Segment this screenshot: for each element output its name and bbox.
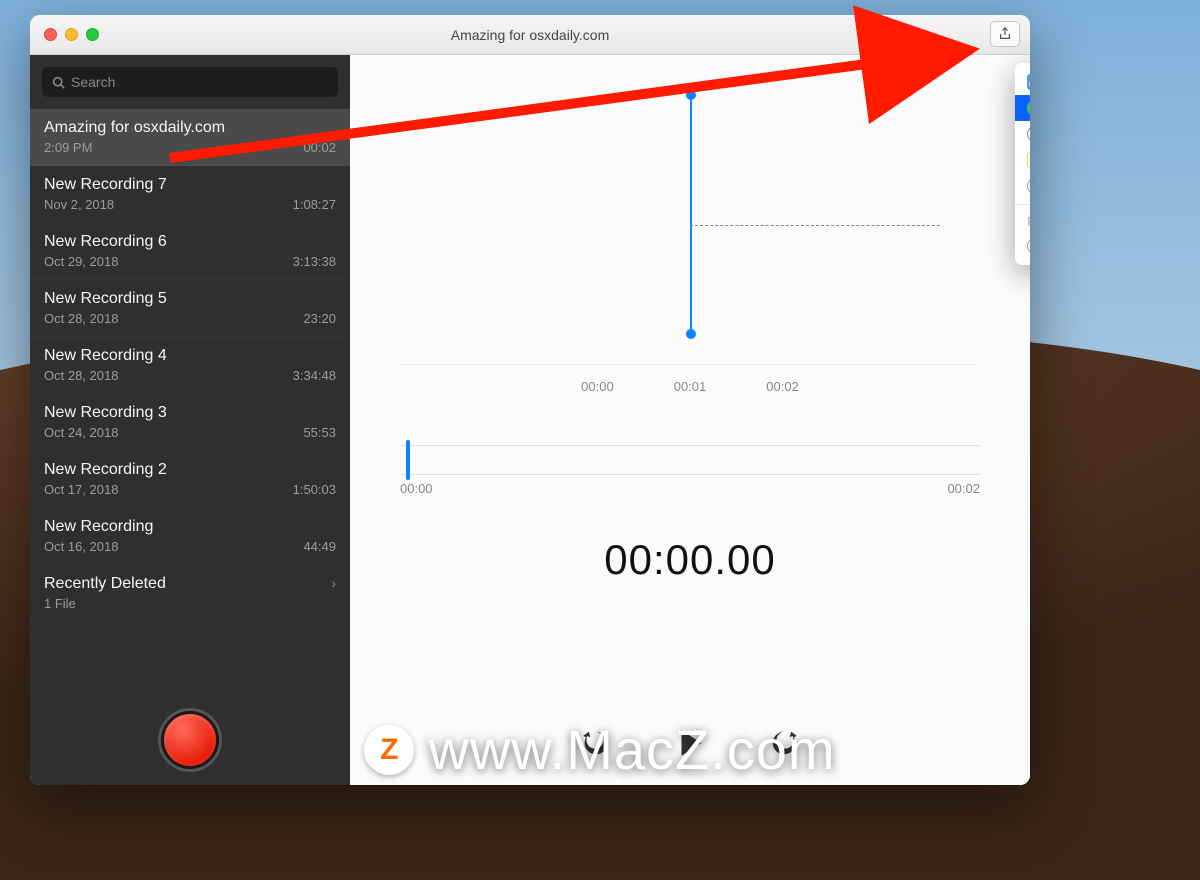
recording-name: New Recording 6: [44, 233, 167, 251]
msg-icon: [1027, 100, 1030, 116]
playback-controls: [400, 726, 980, 760]
time-axis-bottom: 00:00 00:02: [400, 481, 980, 496]
recording-duration: 3:13:38: [293, 254, 336, 269]
list-item[interactable]: New Recording 3 Oct 24, 2018 55:53: [30, 394, 350, 451]
more-icon: ···: [1027, 178, 1030, 194]
list-item[interactable]: Amazing for osxdaily.com 2:09 PM 00:02: [30, 109, 350, 166]
time-axis-top: 00:00 00:01 00:02: [400, 379, 980, 394]
waveform-ticks: [690, 225, 940, 227]
axis-tick: 00:00: [581, 379, 614, 394]
recording-name: New Recording 4: [44, 347, 167, 365]
axis-end: 00:02: [947, 481, 980, 496]
window-title: Amazing for osxdaily.com: [30, 27, 1030, 43]
search-icon: [52, 76, 65, 89]
recording-duration: 44:49: [303, 539, 336, 554]
list-item[interactable]: New Recording Oct 16, 2018 44:49: [30, 508, 350, 565]
current-time: 00:00.00: [400, 536, 980, 584]
record-footer: [30, 695, 350, 785]
recording-duration: 23:20: [303, 311, 336, 326]
menu-separator: [1015, 204, 1030, 205]
share-menu: @MailMessagesAirDropNotes···More…Recents…: [1015, 63, 1030, 265]
overview-cursor[interactable]: [406, 440, 410, 480]
playhead[interactable]: [690, 95, 692, 334]
titlebar[interactable]: Amazing for osxdaily.com: [30, 15, 1030, 55]
recording-name: New Recording: [44, 518, 153, 536]
list-item[interactable]: New Recording 5 Oct 28, 2018 23:20: [30, 280, 350, 337]
recording-duration: 00:02: [303, 140, 336, 155]
share-button[interactable]: [990, 21, 1020, 47]
air-icon: [1027, 126, 1030, 142]
deleted-count: 1 File: [44, 596, 76, 611]
forward-15-button[interactable]: [767, 726, 801, 760]
recording-name: New Recording 5: [44, 290, 167, 308]
recording-date: Oct 24, 2018: [44, 425, 118, 440]
share-menu-item-messages[interactable]: Messages: [1015, 95, 1030, 121]
share-menu-item-notes[interactable]: Notes: [1015, 147, 1030, 173]
list-item[interactable]: New Recording 4 Oct 28, 2018 3:34:48: [30, 337, 350, 394]
recording-name: New Recording 7: [44, 176, 167, 194]
axis-tick: 00:01: [674, 379, 707, 394]
list-item[interactable]: New Recording 7 Nov 2, 2018 1:08:27: [30, 166, 350, 223]
rewind-15-button[interactable]: [579, 726, 613, 760]
recording-list: Amazing for osxdaily.com 2:09 PM 00:02 New …: [30, 109, 350, 695]
recording-date: 2:09 PM: [44, 140, 92, 155]
recently-deleted-label: Recently Deleted: [44, 575, 166, 593]
share-menu-item-mail[interactable]: @Mail: [1015, 69, 1030, 95]
axis-start: 00:00: [400, 481, 433, 496]
play-button[interactable]: [673, 726, 707, 760]
recording-duration: 1:08:27: [293, 197, 336, 212]
recording-date: Oct 17, 2018: [44, 482, 118, 497]
main-panel: 00:00 00:01 00:02 00:00 00:02 00:00.00: [350, 55, 1030, 785]
waveform-overview[interactable]: 00:00 00:02: [400, 445, 980, 496]
list-item[interactable]: New Recording 6 Oct 29, 2018 3:13:38: [30, 223, 350, 280]
sidebar: Search Amazing for osxdaily.com 2:09 PM 00…: [30, 55, 350, 785]
voice-memos-window: Amazing for osxdaily.com Search Amazing …: [30, 15, 1030, 785]
recording-date: Oct 28, 2018: [44, 368, 118, 383]
recording-duration: 1:50:03: [293, 482, 336, 497]
waveform-zoom[interactable]: 00:0000:0100:02: [400, 85, 980, 365]
recents-header: Recents: [1015, 210, 1030, 233]
recording-date: Oct 28, 2018: [44, 311, 118, 326]
list-item[interactable]: New Recording 2 Oct 17, 2018 1:50:03: [30, 451, 350, 508]
recording-name: Amazing for osxdaily.com: [44, 119, 225, 137]
share-menu-item-more[interactable]: ···More…: [1015, 173, 1030, 199]
search-placeholder: Search: [71, 74, 115, 90]
record-button[interactable]: [161, 711, 219, 769]
recording-name: New Recording 3: [44, 404, 167, 422]
bubble-icon: [1027, 238, 1030, 254]
recording-date: Oct 16, 2018: [44, 539, 118, 554]
recording-date: Oct 29, 2018: [44, 254, 118, 269]
recording-date: Nov 2, 2018: [44, 197, 114, 212]
share-icon: [998, 27, 1012, 41]
axis-tick: 00:02: [766, 379, 799, 394]
chevron-right-icon: ›: [331, 575, 336, 591]
recording-duration: 3:34:48: [293, 368, 336, 383]
recording-name: New Recording 2: [44, 461, 167, 479]
recording-duration: 55:53: [303, 425, 336, 440]
share-menu-item-airdrop[interactable]: AirDrop: [1015, 121, 1030, 147]
search-input[interactable]: Search: [42, 67, 338, 97]
share-recent-item[interactable]: Messages: [1015, 233, 1030, 259]
recently-deleted[interactable]: Recently Deleted › 1 File: [30, 565, 350, 622]
notes-icon: [1027, 152, 1030, 168]
mail-icon: @: [1027, 74, 1030, 90]
